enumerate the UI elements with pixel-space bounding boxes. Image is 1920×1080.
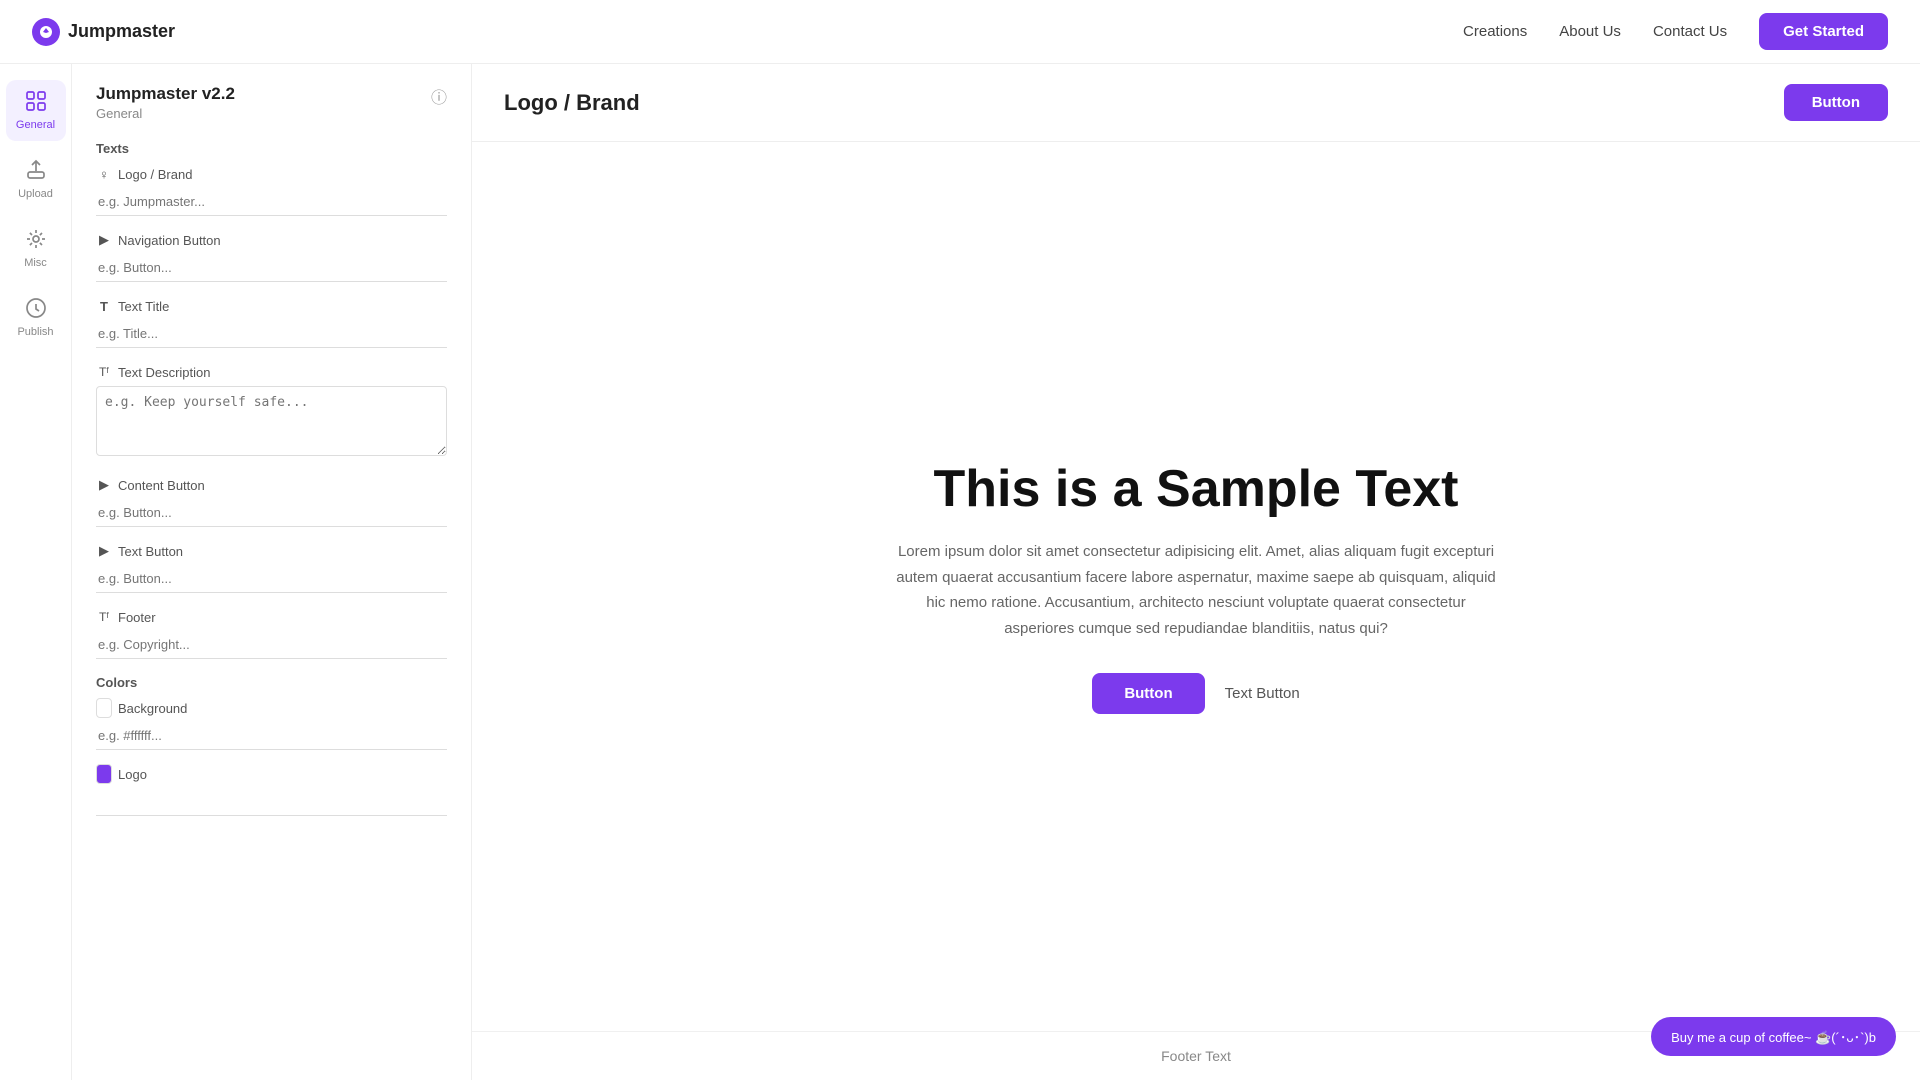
logo-text: Jumpmaster [68,21,175,42]
background-swatch [96,698,112,718]
publish-icon [25,297,47,322]
field-content-button-label: ▶ Content Button [96,477,447,493]
field-nav-button-label: ▶ Navigation Button [96,232,447,248]
field-text-button-label: ▶ Text Button [96,543,447,559]
logo-brand-icon: ♀ [96,166,112,182]
preview-footer-text: Footer Text [1161,1048,1231,1064]
content-button-icon: ▶ [96,477,112,493]
field-nav-button: ▶ Navigation Button [96,232,447,282]
field-text-title-label: T Text Title [96,298,447,314]
general-icon [25,90,47,115]
preview-hero-title: This is a Sample Text [933,459,1458,519]
footer-icon: Tᶠ [96,609,112,625]
settings-header: Jumpmaster v2.2 General ⓘ [96,84,447,121]
background-color-input[interactable] [96,722,447,750]
preview-hero: This is a Sample Text Lorem ipsum dolor … [472,142,1920,1031]
nav-button-input[interactable] [96,254,447,282]
field-text-description: Tᶠ Text Description [96,364,447,461]
field-logo-brand-label: ♀ Logo / Brand [96,166,447,182]
sidebar-item-label: Publish [17,326,53,338]
field-background: Background [96,700,447,750]
sidebar-item-misc[interactable]: Misc [6,218,66,279]
misc-icon [25,228,47,253]
preview-content-button[interactable]: Button [1092,673,1204,714]
nav-links: Creations About Us Contact Us Get Starte… [1463,13,1888,50]
texts-section-label: Texts [96,141,447,156]
field-text-description-label: Tᶠ Text Description [96,364,447,380]
sidebar-item-general[interactable]: General [6,80,66,141]
footer-input[interactable] [96,631,447,659]
field-footer-label: Tᶠ Footer [96,609,447,625]
field-logo-brand: ♀ Logo / Brand [96,166,447,216]
sidebar-icons: General Upload Misc [0,64,72,1080]
settings-panel: Jumpmaster v2.2 General ⓘ Texts ♀ Logo /… [72,64,472,1080]
field-logo-color: Logo [96,766,447,816]
preview-area: Logo / Brand Button This is a Sample Tex… [472,64,1920,1080]
content-button-input[interactable] [96,499,447,527]
main-layout: General Upload Misc [0,0,1920,1080]
nav-button-icon: ▶ [96,232,112,248]
logo-brand-input[interactable] [96,188,447,216]
preview-nav-button[interactable]: Button [1784,84,1888,121]
settings-subtitle: General [96,106,235,121]
buy-coffee-button[interactable]: Buy me a cup of coffee~ ☕(´･ᴗ･`)b [1651,1017,1896,1056]
preview-text-button[interactable]: Text Button [1225,685,1300,702]
get-started-button[interactable]: Get Started [1759,13,1888,50]
logo-icon [32,18,60,46]
preview-brand-text: Logo / Brand [504,90,640,116]
field-content-button: ▶ Content Button [96,477,447,527]
field-footer: Tᶠ Footer [96,609,447,659]
text-title-icon: T [96,298,112,314]
preview-nav: Logo / Brand Button [472,64,1920,142]
sidebar-item-publish[interactable]: Publish [6,287,66,348]
field-logo-color-label: Logo [96,766,447,782]
top-navigation: Jumpmaster Creations About Us Contact Us… [0,0,1920,64]
sidebar-item-label: Upload [18,188,53,200]
logo[interactable]: Jumpmaster [32,18,175,46]
upload-icon [25,159,47,184]
info-icon[interactable]: ⓘ [431,84,447,108]
background-color-icon [96,700,112,716]
text-button-input[interactable] [96,565,447,593]
field-text-title: T Text Title [96,298,447,348]
sidebar-item-upload[interactable]: Upload [6,149,66,210]
field-text-button: ▶ Text Button [96,543,447,593]
sidebar-item-label: Misc [24,257,47,269]
preview-hero-actions: Button Text Button [1092,673,1299,714]
text-button-icon: ▶ [96,543,112,559]
logo-color-icon [96,766,112,782]
settings-title: Jumpmaster v2.2 [96,84,235,104]
field-background-label: Background [96,700,447,716]
preview-hero-description: Lorem ipsum dolor sit amet consectetur a… [896,539,1496,641]
text-description-textarea[interactable] [96,386,447,456]
text-description-icon: Tᶠ [96,364,112,380]
sidebar-item-label: General [16,119,55,131]
nav-creations[interactable]: Creations [1463,23,1527,40]
coffee-label: Buy me a cup of coffee~ ☕(´･ᴗ･`)b [1671,1027,1876,1046]
nav-contact[interactable]: Contact Us [1653,23,1727,40]
logo-color-swatch [96,764,112,784]
text-title-input[interactable] [96,320,447,348]
colors-section-label: Colors [96,675,447,690]
nav-about[interactable]: About Us [1559,23,1621,40]
logo-color-input[interactable] [96,788,447,816]
